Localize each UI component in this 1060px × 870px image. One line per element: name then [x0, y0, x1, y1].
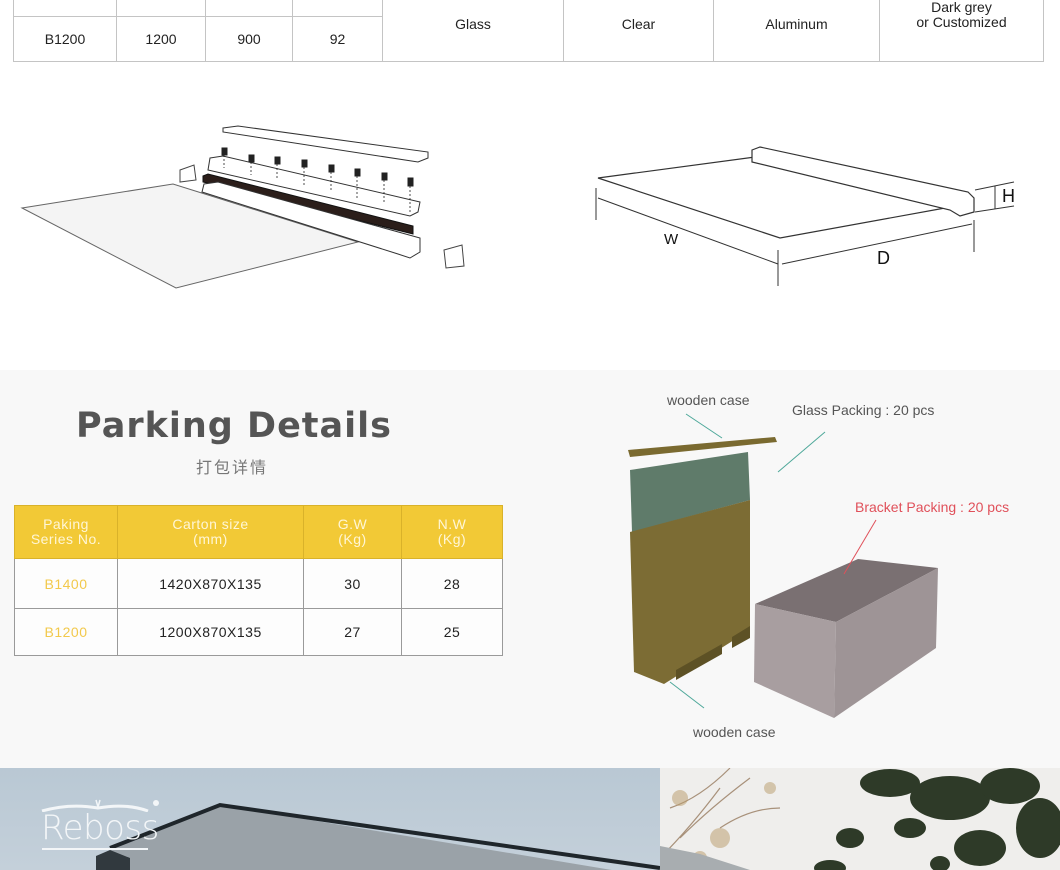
- callout-wooden-case-bottom: wooden case: [692, 724, 776, 740]
- wooden-crate-shape: [630, 500, 750, 684]
- canopy-edge-shape: [660, 846, 750, 870]
- header-carton-line2: (mm): [193, 531, 228, 547]
- end-cap-right-icon: [443, 244, 465, 269]
- tree-photo-shape: [660, 768, 1060, 870]
- row-carton: 1420X870X135: [117, 558, 304, 609]
- packing-title: Parking Details: [76, 406, 392, 446]
- spec-cell: [205, 0, 293, 17]
- header-series: Paking Series No.: [14, 505, 118, 559]
- header-gw-line2: (Kg): [338, 531, 367, 547]
- callout-line: [777, 431, 826, 473]
- table-row: B1400 1420X870X135 30 28: [14, 558, 503, 609]
- packing-table-header: Paking Series No. Carton size (mm) G.W (Kg)…: [14, 505, 503, 559]
- header-nw-line2: (Kg): [437, 531, 467, 547]
- row-gw: 27: [303, 608, 402, 656]
- packing-table: Paking Series No. Carton size (mm) G.W (Kg)…: [14, 505, 503, 656]
- callout-line: [669, 681, 705, 709]
- height-label: H: [1002, 186, 1015, 206]
- spec-frame-color-line2: or Customized: [916, 14, 1007, 30]
- callout-wooden-case-top: wooden case: [666, 392, 750, 408]
- spec-series: B1200: [13, 16, 117, 62]
- spec-frame-color-line1: Dark grey: [931, 0, 992, 15]
- header-carton-line1: Carton size: [172, 516, 249, 532]
- spec-table-row-partial: Glass Clear Aluminum Dark grey or Custom…: [13, 0, 1044, 62]
- packing-subtitle: 打包详情: [195, 460, 268, 477]
- logo-underline: [42, 848, 148, 850]
- row-nw: 25: [401, 608, 503, 656]
- spec-material-text: Glass: [455, 16, 491, 32]
- header-nw-line1: N.W: [437, 516, 467, 532]
- exploded-assembly-diagram: [18, 120, 478, 295]
- callout-glass-packing: Glass Packing : 20 pcs: [792, 402, 934, 418]
- wooden-lid-shape: [628, 437, 777, 457]
- spec-cell: [13, 0, 117, 17]
- spec-frame-color: Dark grey or Customized: [879, 0, 1044, 62]
- width-label: W: [664, 231, 679, 248]
- dimension-diagram-svg: W D H: [595, 146, 1015, 286]
- header-series-line1: Paking: [43, 516, 89, 532]
- table-row: B1200 1200X870X135 27 25: [14, 608, 503, 656]
- row-gw: 30: [303, 558, 402, 609]
- end-cap-left-icon: [179, 164, 197, 183]
- header-nw: N.W (Kg): [401, 505, 503, 559]
- exploded-assembly-icon: [20, 125, 465, 289]
- header-gw: G.W (Kg): [303, 505, 402, 559]
- spec-frame: Aluminum: [713, 0, 880, 62]
- header-gw-line1: G.W: [337, 516, 368, 532]
- header-series-line2: Series No.: [30, 531, 102, 547]
- depth-label: D: [877, 248, 890, 268]
- callout-bracket-packing: Bracket Packing : 20 pcs: [855, 499, 1009, 515]
- spec-cell: [116, 0, 206, 17]
- row-nw: 28: [401, 558, 503, 609]
- row-carton: 1200X870X135: [117, 608, 304, 656]
- header-carton: Carton size (mm): [117, 505, 304, 559]
- spec-depth: 900: [205, 16, 293, 62]
- product-photo-canopy: Reboss: [0, 768, 660, 870]
- reboss-logo: Reboss: [40, 798, 170, 850]
- product-photo-trees: [660, 768, 1060, 870]
- spec-height: 92: [292, 16, 383, 62]
- row-series: B1200: [14, 608, 118, 656]
- spec-table: Glass Clear Aluminum Dark grey or Custom…: [13, 0, 1044, 62]
- spec-color-text: Clear: [621, 16, 656, 32]
- spec-cell: [292, 0, 383, 17]
- bracket-box-front: [754, 604, 836, 718]
- packing-section: Parking Details 打包详情 Paking Series No. Ca…: [0, 370, 1060, 768]
- dimension-diagram: W D H: [590, 140, 1030, 290]
- logo-text: Reboss: [41, 808, 159, 848]
- spec-width: 1200: [116, 16, 206, 62]
- spec-color: Clear: [563, 0, 714, 62]
- callout-line: [685, 413, 723, 439]
- spec-frame-text: Aluminum: [765, 16, 828, 32]
- row-series: B1400: [14, 558, 118, 609]
- spec-material: Glass: [382, 0, 564, 62]
- canopy-panel-shape: [597, 156, 946, 239]
- packing-illustration: wooden case Glass Packing : 20 pcs Brack…: [628, 392, 1009, 740]
